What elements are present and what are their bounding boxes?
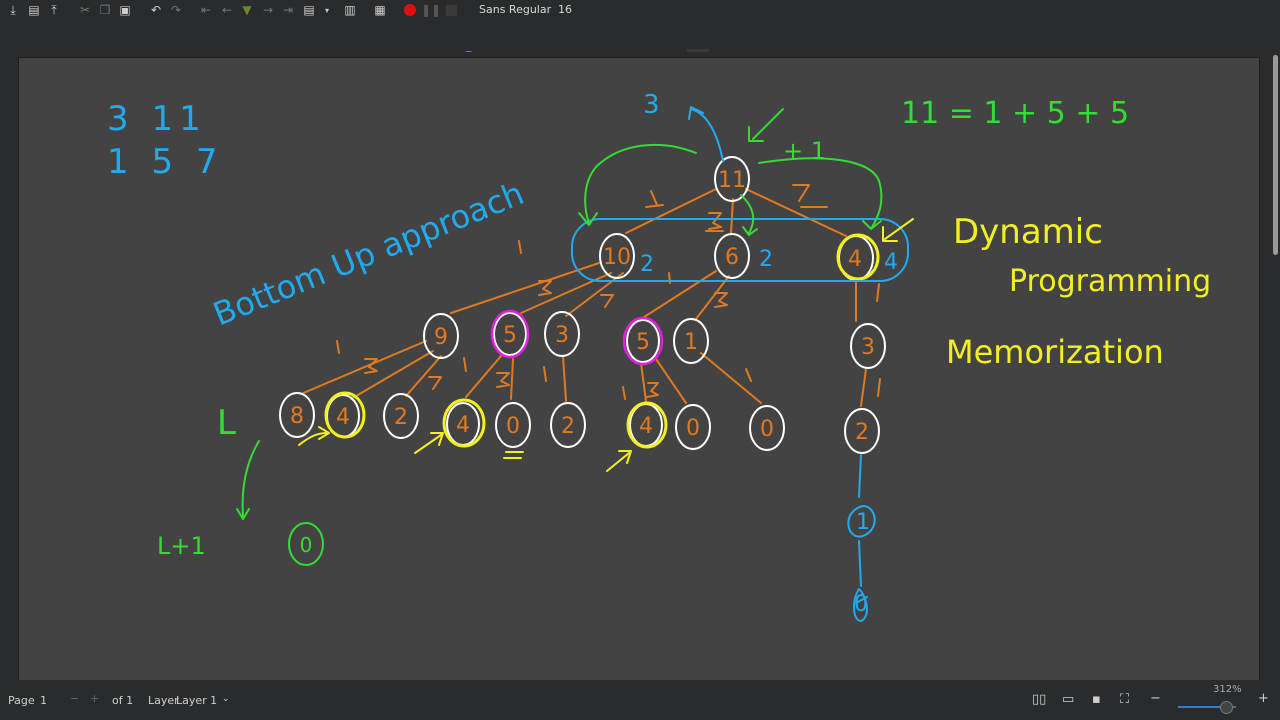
pause-icon[interactable]: ❚❚ xyxy=(421,3,441,17)
export-icon[interactable]: ⤒ xyxy=(47,3,61,17)
drawing-page[interactable]: 3 11 1 5 7 3 Bottom Up approach 11 = 1 +… xyxy=(18,57,1260,684)
presentation-icon[interactable]: ▭ xyxy=(1062,692,1074,707)
node-10: 10 xyxy=(603,245,631,270)
count-4: 4 xyxy=(884,250,898,275)
single-page-icon[interactable]: ▪ xyxy=(1092,692,1101,707)
zoom-in-icon[interactable]: + xyxy=(1258,691,1269,706)
node-9: 9 xyxy=(434,325,448,350)
status-bar: Page 1 − + of 1 Layer Layer 1 ⌄ ▯▯ ▭ ▪ ⛶… xyxy=(0,680,1280,720)
font-size[interactable]: 16 xyxy=(558,3,572,16)
new-document-icon[interactable]: ▤ xyxy=(27,3,41,17)
go-to-page-icon[interactable]: ▼ xyxy=(240,3,254,17)
node-5-left: 5 xyxy=(503,323,517,348)
zoom-slider-track[interactable] xyxy=(1178,706,1222,708)
node-3-left: 3 xyxy=(555,323,569,348)
record-icon[interactable] xyxy=(403,3,417,17)
node-4-b: 4 xyxy=(456,413,470,438)
node-0-b: 0 xyxy=(686,416,700,441)
node-4-c: 4 xyxy=(639,414,653,439)
node-2-a: 2 xyxy=(394,405,408,430)
top-three-label: 3 xyxy=(643,90,660,120)
numbers-line1: 3 11 xyxy=(107,99,207,139)
page-increment-icon[interactable]: + xyxy=(90,692,99,705)
node-0-a: 0 xyxy=(506,414,520,439)
node-4-top: 4 xyxy=(848,247,862,272)
fit-page-icon[interactable]: ⛶ xyxy=(1120,692,1129,707)
page-input[interactable]: 1 xyxy=(40,694,47,707)
node-5-right: 5 xyxy=(636,330,650,355)
node-4-a: 4 xyxy=(336,405,350,430)
page-count: of 1 xyxy=(112,694,134,707)
dp-line1: Dynamic xyxy=(953,212,1103,252)
go-next-page-icon[interactable]: → xyxy=(261,3,275,17)
node-0-c: 0 xyxy=(760,417,774,442)
main-toolbar: ⤓ ▤ ⤒ ✂ ❐ ▣ ↶ ↷ ⇤ ← ▼ → ⇥ ▤ ▾ ▥ ▦ ❚❚ San… xyxy=(0,0,1280,22)
node-1-blue: 1 xyxy=(856,510,870,535)
count-6: 2 xyxy=(759,247,773,272)
save-icon[interactable]: ⤓ xyxy=(6,3,20,17)
memo-label: Memorization xyxy=(946,333,1164,371)
add-page-icon[interactable]: ▤ xyxy=(302,3,316,17)
top-arrow xyxy=(688,106,876,622)
handwriting-layer: 3 11 1 5 7 3 Bottom Up approach 11 = 1 +… xyxy=(107,90,1211,622)
blue-path-values: 1 0 xyxy=(854,510,870,617)
paste-icon[interactable]: ▣ xyxy=(118,3,132,17)
node-2-b: 2 xyxy=(561,414,575,439)
node-8: 8 xyxy=(290,404,304,429)
zoom-value: 312% xyxy=(1213,684,1242,695)
fullscreen-icon[interactable]: ▦ xyxy=(373,3,387,17)
equation-label: 11 = 1 + 5 + 5 xyxy=(901,96,1129,131)
add-page-dropdown-icon[interactable]: ▾ xyxy=(322,3,332,17)
go-first-page-icon[interactable]: ⇤ xyxy=(199,3,213,17)
stop-icon[interactable] xyxy=(444,3,458,17)
node-circles xyxy=(279,156,886,454)
node-2-c: 2 xyxy=(855,420,869,445)
redo-icon[interactable]: ↷ xyxy=(169,3,183,17)
node-0-blue: 0 xyxy=(854,592,868,617)
cut-icon[interactable]: ✂ xyxy=(78,3,92,17)
dp-line2: Programming xyxy=(1009,264,1211,299)
node-values: 11 10 6 4 9 5 3 5 1 3 8 4 2 4 0 2 4 0 0 … xyxy=(290,168,875,445)
tools-toolbar: ✎ ▾ ⌫ ▾ ✐ ▣ I Tex ▢ ▾ ◉ ◈ ▭ ▾ ▤ ✋ ↻ · • … xyxy=(0,22,1280,69)
page-label: Page xyxy=(8,694,35,707)
copy-icon[interactable]: ❐ xyxy=(98,3,112,17)
plus-one-label: + 1 xyxy=(783,137,826,165)
layer-select[interactable]: Layer 1 xyxy=(176,694,217,707)
book-view-icon[interactable]: ▯▯ xyxy=(1032,692,1046,707)
node-1: 1 xyxy=(684,330,698,355)
pdf-icon[interactable]: ▥ xyxy=(343,3,357,17)
undo-icon[interactable]: ↶ xyxy=(149,3,163,17)
numbers-line2: 1 5 7 xyxy=(107,142,224,182)
vertical-scrollbar-thumb[interactable] xyxy=(1273,55,1278,255)
go-last-page-icon[interactable]: ⇥ xyxy=(281,3,295,17)
node-0-green: 0 xyxy=(300,533,313,557)
node-6: 6 xyxy=(725,245,739,270)
node-11: 11 xyxy=(718,168,746,193)
font-name[interactable]: Sans Regular xyxy=(479,3,551,16)
tree-edges xyxy=(300,188,867,407)
leaf-label: L xyxy=(217,403,236,443)
zoom-out-icon[interactable]: − xyxy=(1150,691,1161,706)
header-numbers: 3 11 1 5 7 xyxy=(107,99,224,182)
count-10: 2 xyxy=(640,252,654,277)
layer-dropdown-icon[interactable]: ⌄ xyxy=(222,694,230,704)
node-3-right: 3 xyxy=(861,335,875,360)
go-previous-page-icon[interactable]: ← xyxy=(220,3,234,17)
leaf-label-plus: L+1 xyxy=(157,532,206,560)
zoom-slider-handle[interactable] xyxy=(1220,701,1233,714)
layer-label: Layer xyxy=(148,694,179,707)
page-decrement-icon[interactable]: − xyxy=(70,692,79,705)
bottom-up-label: Bottom Up approach xyxy=(208,174,529,333)
